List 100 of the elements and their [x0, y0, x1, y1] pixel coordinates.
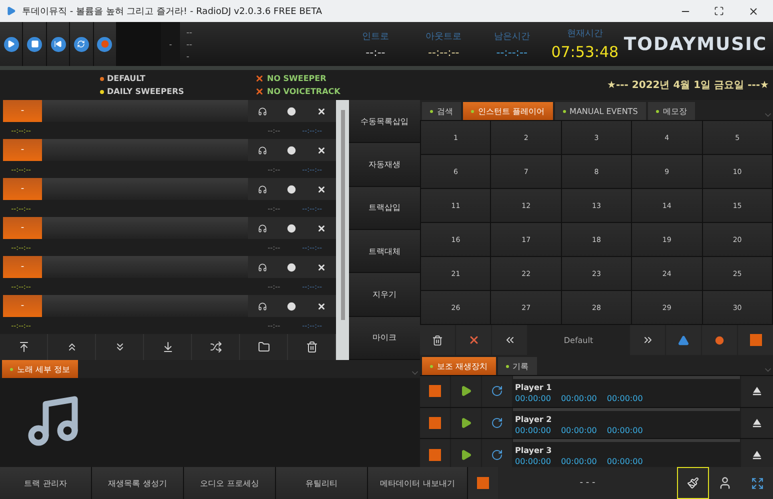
timer-value: --:--:-- [496, 46, 528, 58]
circle-icon [287, 184, 296, 194]
track-badge[interactable]: - [3, 178, 42, 200]
brand-logo: TODAYMUSIC [624, 34, 768, 54]
side-button[interactable]: 자동재생 [349, 143, 420, 187]
circle-icon [287, 302, 296, 310]
record-button[interactable] [702, 325, 737, 355]
player-time: 00:00:00 [560, 426, 597, 434]
eject-button[interactable] [741, 408, 773, 438]
eject-button[interactable] [741, 376, 773, 407]
track-info: -- [186, 40, 194, 48]
player-time: 00:00:00 [515, 457, 551, 466]
triangle-button[interactable] [666, 325, 701, 355]
repeat-button[interactable] [482, 408, 512, 438]
panel-tab[interactable]: 노래 세부 정보 [2, 360, 78, 378]
side-button[interactable]: 지우기 [349, 273, 420, 317]
stop-button[interactable] [23, 22, 47, 66]
play-icon [460, 448, 472, 461]
side-button[interactable]: 수동목록삽입 [349, 100, 420, 144]
tab[interactable]: MANUAL EVENTS [554, 102, 646, 120]
play-icon [460, 385, 472, 398]
track-badge[interactable]: - [3, 295, 42, 317]
circle-icon [287, 106, 296, 116]
circle-icon [287, 262, 296, 272]
stop-icon [429, 448, 441, 461]
timer-label: 현재시간 [566, 28, 603, 40]
loop-icon [77, 40, 86, 48]
brush-icon [687, 477, 699, 489]
person-icon [718, 476, 732, 490]
close-icon [316, 106, 326, 116]
timer-label: 아웃트로 [426, 30, 462, 42]
menu-button[interactable]: 트랙 관리자 [0, 467, 92, 499]
previous-icon [54, 40, 62, 48]
loop-button[interactable] [70, 22, 94, 66]
play-button[interactable] [451, 376, 481, 407]
record-icon [715, 336, 724, 344]
trash-icon [306, 341, 318, 353]
menu-button[interactable]: 오디오 프로세싱 [184, 467, 276, 499]
brush-button[interactable] [677, 467, 709, 499]
headphones-icon [258, 184, 268, 194]
person-button[interactable] [709, 467, 741, 499]
triangle-icon [678, 334, 689, 346]
move-bottom-icon [162, 341, 174, 353]
timer-value: 07:53:48 [551, 43, 619, 61]
player-name: Player 2 [515, 414, 553, 424]
player-time: 00:00:00 [606, 394, 643, 403]
circle-icon [287, 224, 296, 232]
fullscreen-button[interactable] [741, 467, 773, 499]
player-time: 00:00:00 [515, 426, 551, 434]
player-name: Player 1 [515, 382, 553, 392]
record-icon [100, 40, 109, 48]
track-info: -- [186, 28, 194, 36]
move-top-icon [18, 341, 30, 353]
date-text: ★--- 2022년 4월 1일 금요일 ---★ [607, 79, 769, 92]
play-button[interactable] [0, 22, 24, 66]
repeat-icon [491, 448, 503, 461]
tab[interactable]: 메모장 [648, 102, 695, 120]
double-chevron-left-icon [504, 334, 516, 346]
stop-icon [477, 477, 489, 489]
shuffle-icon [210, 341, 222, 353]
close-icon [316, 146, 326, 154]
app-icon [6, 6, 16, 16]
track-badge[interactable]: - [3, 100, 42, 122]
close-icon [316, 302, 326, 310]
tab[interactable]: 기록 [498, 357, 537, 375]
track-badge[interactable]: - [3, 256, 42, 278]
previous-button[interactable] [46, 22, 70, 66]
timer-value: --:-- [366, 46, 386, 58]
close-icon [468, 334, 480, 346]
expand-icon [750, 476, 764, 490]
menu-button[interactable]: 유틸리티 [276, 467, 368, 499]
repeat-button[interactable] [482, 376, 512, 407]
tab[interactable]: 인스턴트 플레이어 [463, 102, 553, 120]
play-button[interactable] [451, 408, 481, 438]
track-badge[interactable]: - [3, 217, 42, 239]
tab[interactable]: 검색 [422, 102, 461, 120]
menu-button[interactable]: 재생목록 생성기 [92, 467, 184, 499]
record-button[interactable] [94, 22, 118, 66]
double-chevron-right-icon [642, 334, 654, 346]
player-name: Player 3 [515, 446, 553, 456]
player-time: 00:00:00 [606, 426, 643, 434]
folder-icon [258, 341, 270, 353]
legend-item: DEFAULT [100, 74, 255, 83]
track-badge[interactable]: - [3, 139, 42, 161]
menu-button[interactable]: 메타데이터 내보내기 [368, 467, 468, 499]
close-icon [316, 224, 326, 232]
page-label: Default [564, 336, 594, 344]
side-button[interactable]: 마이크 [349, 316, 420, 360]
play-icon [460, 417, 472, 429]
player-time: 00:00:00 [515, 394, 551, 403]
side-button[interactable]: 트랙삽입 [349, 186, 420, 230]
cross-icon [255, 74, 264, 83]
side-button[interactable]: 트랙대체 [349, 230, 420, 274]
headphones-icon [258, 106, 268, 116]
scrollbar[interactable] [336, 100, 349, 360]
tab[interactable]: 보조 재생장치 [422, 357, 496, 375]
track-counter: - [169, 40, 172, 48]
trash-button[interactable] [420, 325, 455, 355]
timer-value: --:--:-- [428, 46, 460, 58]
circle-icon [287, 146, 296, 154]
